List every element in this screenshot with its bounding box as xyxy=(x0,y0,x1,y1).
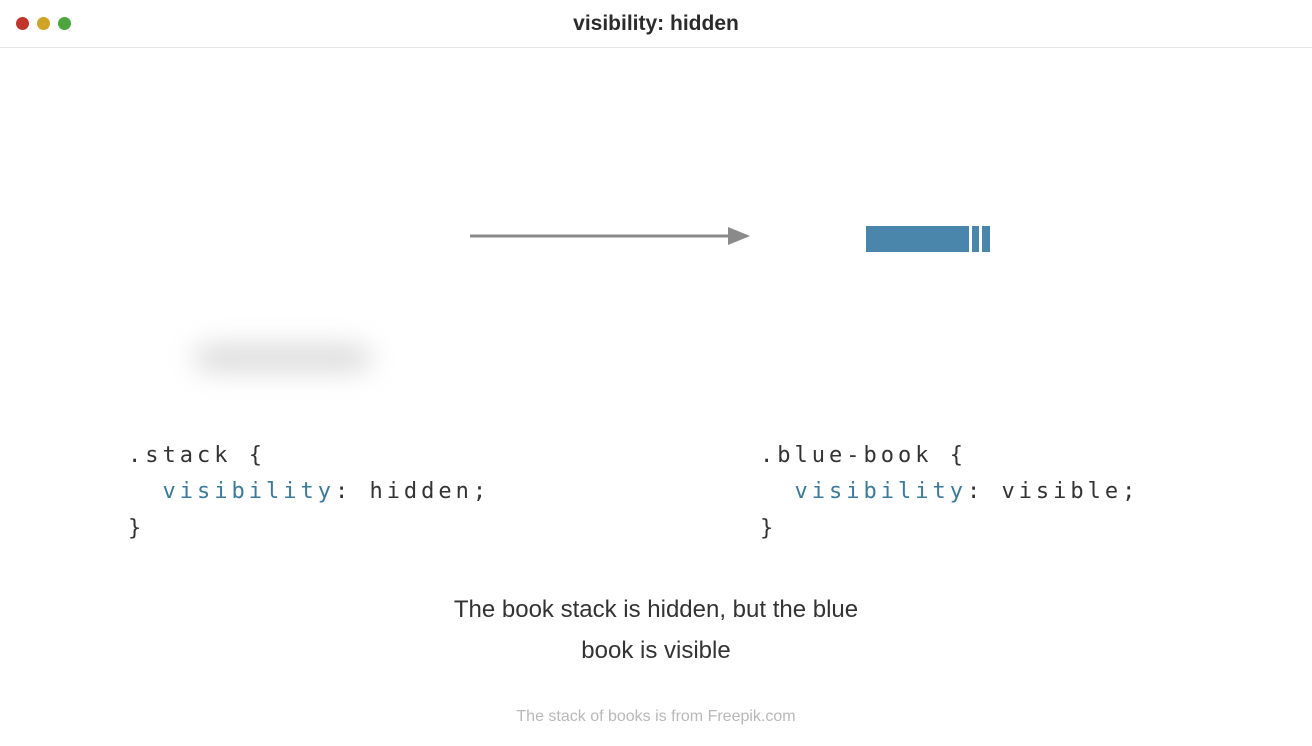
caption-line-1: The book stack is hidden, but the blue xyxy=(0,590,1312,631)
code-selector: .stack { xyxy=(128,443,266,468)
code-property: visibility xyxy=(795,479,967,504)
credit-text: The stack of books is from Freepik.com xyxy=(0,708,1312,726)
window-title: visibility: hidden xyxy=(16,12,1296,36)
close-window-icon[interactable] xyxy=(16,17,29,30)
caption-line-2: book is visible xyxy=(0,631,1312,672)
hidden-stack-blur xyxy=(195,348,370,368)
arrow-icon xyxy=(470,226,750,246)
caption-text: The book stack is hidden, but the blue b… xyxy=(0,590,1312,672)
code-block-blue-book: .blue-book { visibility: visible; } xyxy=(760,438,1139,547)
code-close: } xyxy=(128,516,145,541)
code-property: visibility xyxy=(163,479,335,504)
minimize-window-icon[interactable] xyxy=(37,17,50,30)
traffic-lights xyxy=(16,17,71,30)
maximize-window-icon[interactable] xyxy=(58,17,71,30)
code-value: : visible; xyxy=(967,479,1139,504)
code-close: } xyxy=(760,516,777,541)
titlebar: visibility: hidden xyxy=(0,0,1312,48)
code-value: : hidden; xyxy=(335,479,490,504)
code-block-stack: .stack { visibility: hidden; } xyxy=(128,438,490,547)
blue-book-illustration xyxy=(866,226,990,252)
content-area: .stack { visibility: hidden; } .blue-boo… xyxy=(0,48,1312,746)
code-selector: .blue-book { xyxy=(760,443,967,468)
